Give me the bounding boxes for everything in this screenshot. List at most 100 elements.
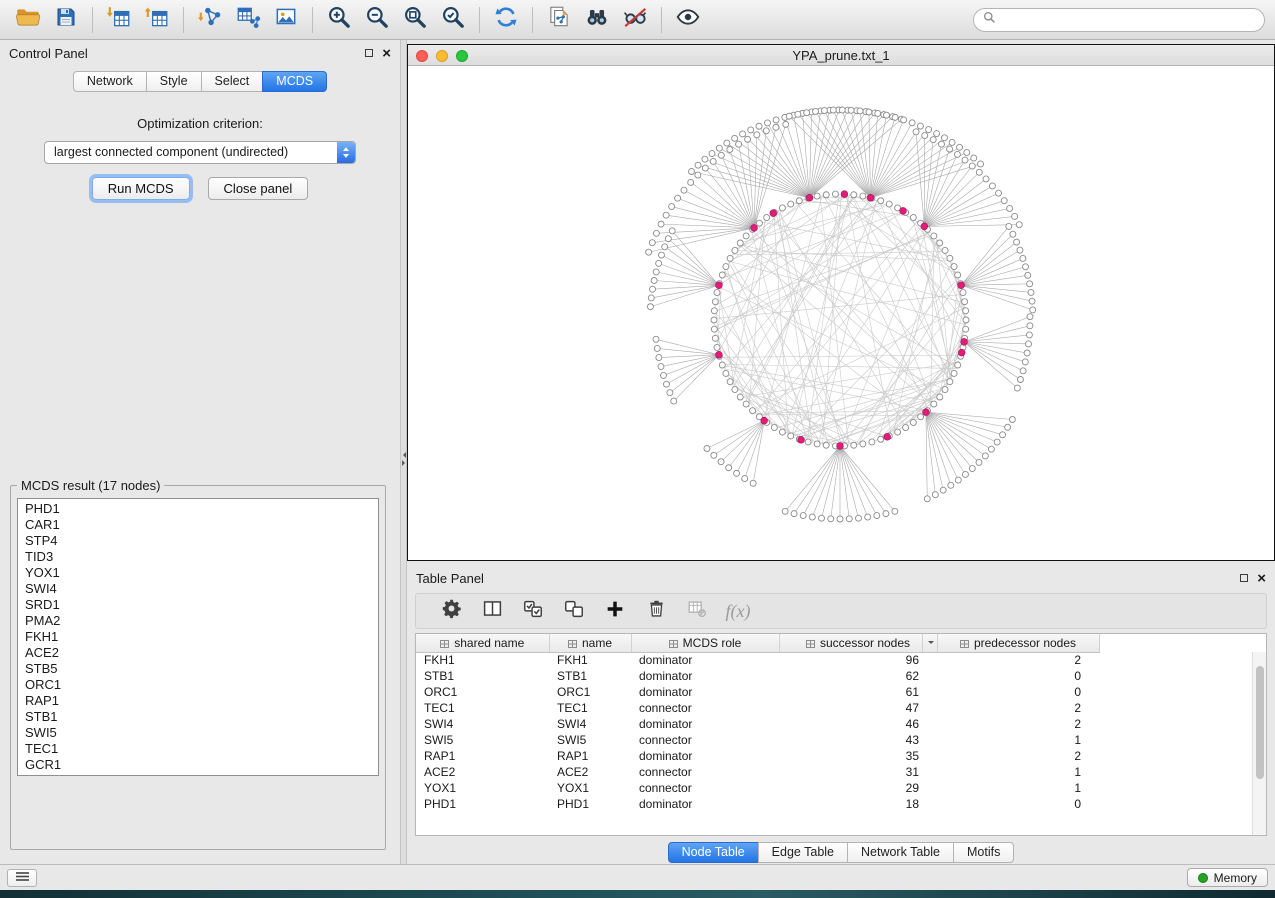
column-header-successor-nodes[interactable]: successor nodes [779,634,937,652]
zoom-out-button[interactable] [359,4,395,36]
zoom-in-button[interactable] [321,4,357,36]
save-button[interactable] [48,4,84,36]
mcds-result-item[interactable]: STB5 [18,661,378,677]
mcds-result-item[interactable]: FKH1 [18,629,378,645]
table-row[interactable]: SWI4SWI4dominator462 [416,716,1099,732]
close-window-icon[interactable] [416,50,428,62]
close-table-panel-icon[interactable]: × [1257,571,1266,586]
delete-column-button[interactable] [643,598,669,624]
network-window-titlebar[interactable]: YPA_prune.txt_1 [408,45,1274,66]
maximize-window-icon[interactable] [456,50,468,62]
mcds-result-item[interactable]: SRD1 [18,597,378,613]
mcds-result-item[interactable]: TEC1 [18,741,378,757]
column-header-shared-name[interactable]: shared name [416,634,549,652]
mcds-result-list[interactable]: PHD1CAR1STP4TID3YOX1SWI4SRD1PMA2FKH1ACE2… [17,498,379,776]
control-panel-title: Control Panel [9,46,88,61]
panel-splitter[interactable] [400,40,407,864]
table-tab-edge-table[interactable]: Edge Table [758,842,848,863]
table-tab-node-table[interactable]: Node Table [668,842,759,863]
import-network-button[interactable] [192,4,228,36]
table-cell: 35 [779,748,937,764]
tab-select[interactable]: Select [201,71,264,92]
mcds-result-item[interactable]: PMA2 [18,613,378,629]
clone-network-button[interactable] [541,4,577,36]
network-graph[interactable] [408,66,1274,560]
mcds-result-item[interactable]: YOX1 [18,565,378,581]
toolbar-separator [479,7,480,33]
show-graphics-button[interactable] [670,4,706,36]
table-tab-motifs[interactable]: Motifs [953,842,1014,863]
mcds-result-item[interactable]: STP4 [18,533,378,549]
optimization-criterion-dropdown[interactable]: largest connected component (undirected) [44,141,356,164]
search-field[interactable] [973,8,1265,32]
table-row[interactable]: PHD1PHD1dominator180 [416,796,1099,812]
mcds-result-item[interactable]: STB1 [18,709,378,725]
open-file-button[interactable] [10,4,46,36]
table-row[interactable]: FKH1FKH1dominator962 [416,652,1099,668]
deselect-all-button[interactable] [561,598,587,624]
control-panel: Control Panel × NetworkStyleSelectMCDS O… [0,40,400,864]
table-cell: YOX1 [416,780,549,796]
table-row[interactable]: TEC1TEC1connector472 [416,700,1099,716]
run-mcds-button[interactable]: Run MCDS [92,177,190,200]
graphics-details-button[interactable] [617,4,653,36]
export-table-button[interactable] [139,4,175,36]
network-canvas[interactable] [408,66,1274,560]
mcds-result-item[interactable]: CAR1 [18,517,378,533]
graph-nodes[interactable] [646,107,1036,522]
import-table-button[interactable] [101,4,137,36]
network-window-title: YPA_prune.txt_1 [792,48,889,63]
memory-button[interactable]: Memory [1187,868,1268,887]
mcds-result-item[interactable]: ORC1 [18,677,378,693]
table-row[interactable]: YOX1YOX1connector291 [416,780,1099,796]
tab-network[interactable]: Network [73,71,147,92]
float-panel-icon[interactable] [365,49,373,57]
table-row[interactable]: SWI5SWI5connector431 [416,732,1099,748]
select-all-button[interactable] [520,598,546,624]
search-input[interactable] [1002,12,1255,28]
float-table-panel-icon[interactable] [1240,574,1248,582]
minimize-window-icon[interactable] [436,50,448,62]
zoom-selected-button[interactable] [435,4,471,36]
column-header-name[interactable]: name [549,634,631,652]
close-panel-button[interactable]: Close panel [208,177,309,200]
table-scrollbar[interactable] [1252,652,1266,835]
split-panel-button[interactable] [479,598,505,624]
export-network-table-button[interactable] [230,4,266,36]
show-panels-button[interactable] [7,869,37,887]
close-panel-icon[interactable]: × [382,46,391,61]
memory-status-icon [1198,873,1208,883]
mcds-result-item[interactable]: GCR1 [18,757,378,773]
zoom-fit-button[interactable] [397,4,433,36]
column-header-MCDS-role[interactable]: MCDS role [631,634,779,652]
table-cell: ACE2 [416,764,549,780]
table-row[interactable]: STB1STB1dominator620 [416,668,1099,684]
table-row[interactable]: ACE2ACE2connector311 [416,764,1099,780]
export-image-button[interactable] [268,4,304,36]
table-settings-button[interactable] [438,598,464,624]
toolbar-separator [312,7,313,33]
table-cell: connector [631,700,779,716]
refresh-layout-button[interactable] [488,4,524,36]
search-icon [983,11,996,29]
table-row[interactable]: RAP1RAP1dominator352 [416,748,1099,764]
tab-mcds[interactable]: MCDS [262,71,327,92]
table-cell: RAP1 [416,748,549,764]
scrollbar-thumb[interactable] [1256,666,1264,779]
tab-style[interactable]: Style [146,71,202,92]
splitter-grip[interactable] [401,448,406,470]
mcds-result-item[interactable]: SWI4 [18,581,378,597]
add-column-button[interactable] [602,598,628,624]
sort-chevron-icon[interactable] [922,634,934,652]
mcds-result-item[interactable]: RAP1 [18,693,378,709]
mcds-result-item[interactable]: TID3 [18,549,378,565]
delete-table-icon [686,598,708,625]
table-cell: 2 [937,700,1099,716]
column-header-predecessor-nodes[interactable]: predecessor nodes [937,634,1099,652]
table-row[interactable]: ORC1ORC1dominator610 [416,684,1099,700]
table-tab-network-table[interactable]: Network Table [847,842,954,863]
mcds-result-item[interactable]: PHD1 [18,501,378,517]
mcds-result-item[interactable]: ACE2 [18,645,378,661]
find-network-button[interactable] [579,4,615,36]
mcds-result-item[interactable]: SWI5 [18,725,378,741]
